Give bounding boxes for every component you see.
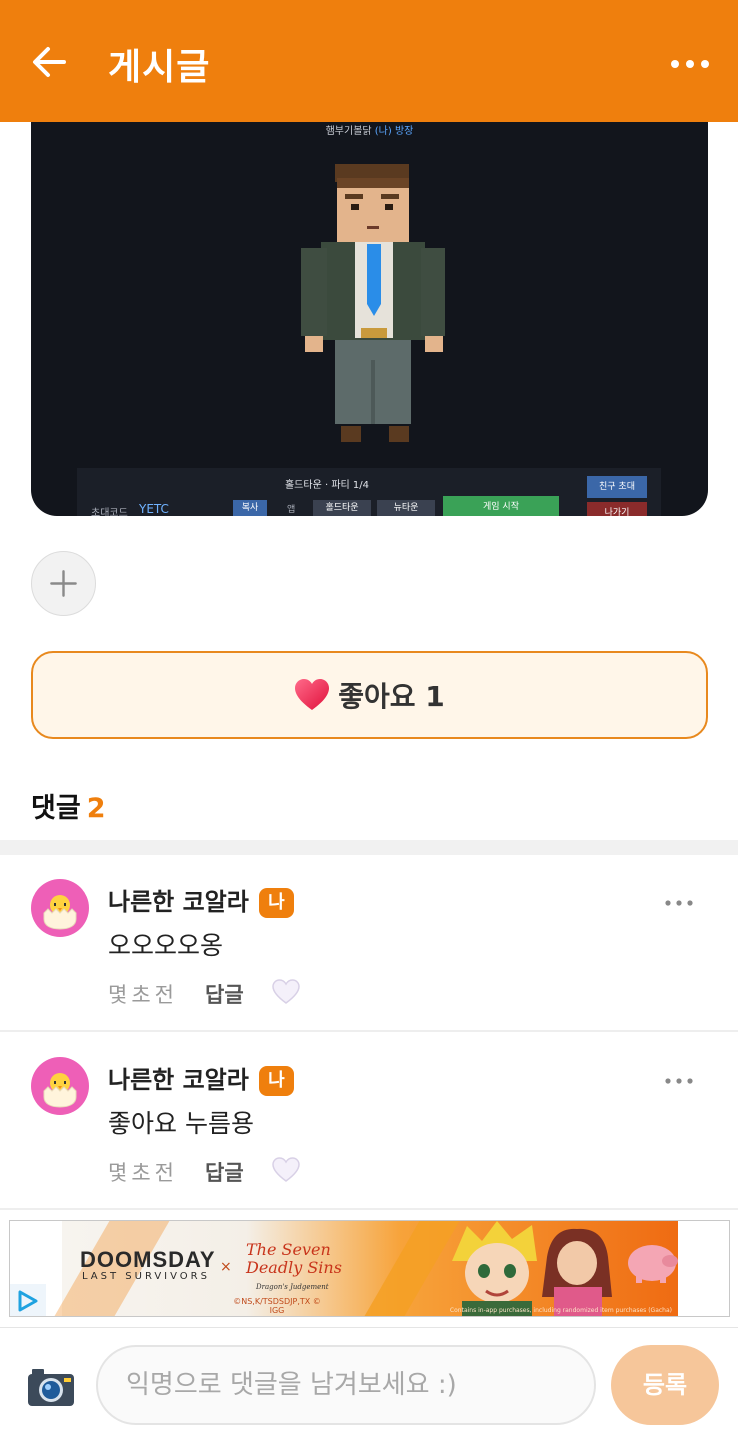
submit-comment-button[interactable]: 등록 (611, 1345, 719, 1425)
ad-artwork: DOOMSDAY LAST SURVIVORS × The Seven Dead… (54, 1221, 678, 1316)
like-label: 좋아요 1 (338, 680, 445, 713)
lobby-status: 홀드타운 · 파티 1/4 (284, 480, 369, 491)
ad-fineprint: Contains in-app purchases, including ran… (449, 1307, 672, 1314)
comment-more-button[interactable] (664, 893, 694, 906)
page-title: 게시글 (108, 47, 211, 88)
heart-outline-icon (272, 1157, 300, 1182)
reply-button[interactable]: 답글 (205, 979, 244, 1009)
author-badge: 나 (258, 888, 294, 918)
more-horizontal-icon (671, 60, 709, 68)
ad-copyright: ©NS,K/TSDSDJP,TX © IGG (233, 1297, 321, 1315)
ad-banner[interactable]: DOOMSDAY LAST SURVIVORS × The Seven Dead… (9, 1220, 730, 1317)
lobby-panel: 홀드타운 · 파티 1/4 초대코드 YETC 복사 앱 홀드타운 뉴타운 게임… (77, 468, 661, 516)
reply-button[interactable]: 답글 (205, 1157, 244, 1187)
ad-title-doomsday: DOOMSDAY (80, 1247, 216, 1272)
woman-character-illustration (542, 1228, 612, 1316)
comment-more-button[interactable] (664, 1071, 694, 1084)
friend-invite-button: 친구 초대 (587, 476, 647, 498)
invite-code: YETC (139, 502, 169, 516)
arrow-left-icon (33, 47, 66, 77)
add-reaction-button[interactable] (31, 551, 96, 616)
post-image[interactable]: 햄부기볼닭 (나) 방장 홀드타운 · 파티 1/4 초대코드 YETC 복사 … (31, 122, 708, 516)
hatching-chick-icon (43, 1073, 77, 1108)
heart-outline-icon (272, 979, 300, 1004)
comments-heading: 댓글 2 (31, 793, 106, 824)
comment-item: 나른한 코알라 나 오오오오옹 몇초전 답글 (0, 855, 738, 1032)
ad-subtitle-doomsday: LAST SURVIVORS (82, 1271, 210, 1282)
app-label: 앱 (287, 505, 296, 515)
comment-input[interactable] (96, 1345, 596, 1425)
camera-icon (28, 1369, 74, 1406)
back-button[interactable] (28, 40, 72, 84)
ad-choices-icon (18, 1290, 38, 1312)
copy-button: 복사 (233, 500, 267, 516)
comment-text: 오오오오옹 (108, 931, 224, 960)
comment-like-button[interactable] (272, 1157, 300, 1183)
room-title: 햄부기볼닭 (나) 방장 (325, 126, 414, 137)
newtown-button: 뉴타운 (377, 500, 435, 516)
avatar[interactable] (31, 1057, 89, 1115)
comment-like-button[interactable] (272, 979, 300, 1005)
comment-text: 좋아요 누름용 (108, 1109, 254, 1138)
plus-icon (50, 570, 77, 597)
comment-item: 나른한 코알라 나 좋아요 누름용 몇초전 답글 (0, 1033, 738, 1210)
author-badge: 나 (258, 1066, 294, 1096)
holdtown-button: 홀드타운 (313, 500, 371, 516)
comment-time: 몇초전 (108, 1161, 178, 1185)
comment-author: 나른한 코알라 나 (108, 1060, 294, 1096)
ad-title-seven-deadly-sins: The Seven Deadly Sins (246, 1240, 342, 1277)
more-options-button[interactable] (670, 54, 710, 74)
comment-time: 몇초전 (108, 983, 178, 1007)
section-divider (0, 840, 738, 855)
voxel-character-illustration (301, 164, 445, 442)
ad-subtitle-seven-deadly-sins: Dragon's Judgement (256, 1283, 329, 1291)
avatar[interactable] (31, 879, 89, 937)
like-button[interactable]: 좋아요 1 (31, 651, 708, 739)
comment-input-bar: 등록 (0, 1327, 738, 1440)
leave-button: 나가기 (587, 502, 647, 516)
comments-count: 2 (86, 793, 106, 824)
comment-author: 나른한 코알라 나 (108, 882, 294, 918)
more-horizontal-icon (665, 1078, 693, 1084)
more-horizontal-icon (665, 900, 693, 906)
ad-choices-button[interactable] (10, 1284, 46, 1316)
ad-cross: × (220, 1259, 232, 1275)
pig-character-illustration (628, 1245, 678, 1283)
app-header: 게시글 (0, 0, 738, 122)
start-game-button: 게임 시작 (443, 496, 559, 516)
hatching-chick-icon (43, 895, 77, 930)
heart-icon (295, 679, 330, 710)
invite-code-label: 초대코드 (91, 508, 128, 516)
camera-button[interactable] (26, 1366, 76, 1408)
